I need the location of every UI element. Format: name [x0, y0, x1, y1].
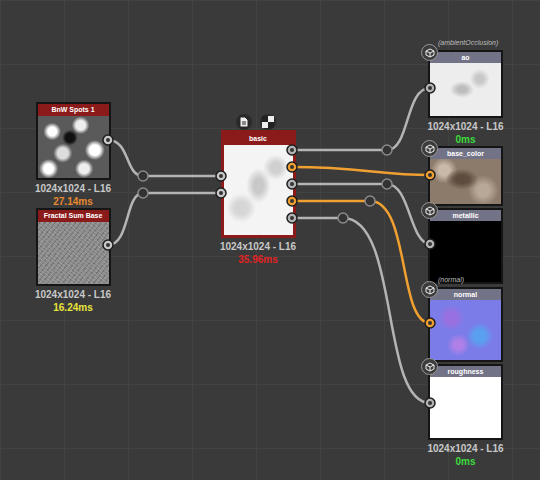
input-pin[interactable]	[216, 188, 226, 198]
reroute-dot[interactable]	[365, 196, 375, 206]
checker-icon[interactable]	[260, 114, 276, 130]
input-pin[interactable]	[216, 171, 226, 181]
node-time: 27.14ms	[53, 196, 92, 207]
node-box[interactable]: metallic	[428, 208, 503, 284]
node-resolution: 1024x1024 - L16	[427, 443, 503, 454]
node-resolution: 1024x1024 - L16	[35, 183, 111, 194]
node-box[interactable]: ao	[428, 50, 503, 118]
output-identifier: (normal)	[438, 276, 464, 283]
wire[interactable]	[292, 167, 430, 175]
output-node[interactable]: (normal)normal	[418, 287, 513, 362]
node-time: 16.24ms	[53, 302, 92, 313]
output-label: normal	[430, 289, 501, 300]
node-box[interactable]: normal	[428, 287, 503, 362]
graph-node[interactable]: Fractal Sum Base 1024x1024 - L16 16.24ms	[18, 208, 128, 313]
node-resolution: 1024x1024 - L16	[427, 121, 503, 132]
output-pin[interactable]	[287, 145, 297, 155]
node-time: 35.96ms	[238, 254, 277, 265]
reroute-dot[interactable]	[138, 171, 148, 181]
input-pin[interactable]	[425, 83, 435, 93]
output-pin[interactable]	[103, 135, 113, 145]
node-resolution: 1024x1024 - L16	[35, 289, 111, 300]
node-box[interactable]: BnW Spots 1	[36, 102, 111, 180]
output-pin[interactable]	[287, 196, 297, 206]
node-time: 0ms	[455, 134, 475, 145]
output-pin[interactable]	[287, 213, 297, 223]
node-title: basic	[224, 133, 293, 145]
cube-icon[interactable]	[421, 281, 438, 298]
node-icons	[236, 114, 276, 130]
input-pin[interactable]	[425, 239, 435, 249]
output-preview	[430, 63, 501, 116]
node-box[interactable]: base_color	[428, 146, 503, 206]
input-pin[interactable]	[425, 318, 435, 328]
wire[interactable]	[108, 193, 221, 245]
output-label: roughness	[430, 366, 501, 377]
node-resolution: 1024x1024 - L16	[220, 241, 296, 252]
node-box[interactable]: Fractal Sum Base	[36, 208, 111, 286]
output-preview	[430, 377, 501, 438]
wire[interactable]	[292, 88, 430, 150]
graph-canvas[interactable]: BnW Spots 11024x1024 - L1627.14msFractal…	[0, 0, 540, 480]
output-preview	[430, 159, 501, 204]
node-title: BnW Spots 1	[38, 104, 109, 116]
node-title: Fractal Sum Base	[38, 210, 109, 222]
output-pin[interactable]	[103, 240, 113, 250]
wire[interactable]	[292, 201, 430, 323]
reroute-dot[interactable]	[138, 188, 148, 198]
output-preview	[430, 300, 501, 360]
wire[interactable]	[292, 218, 430, 403]
output-identifier: (ambientOcclusion)	[438, 39, 498, 46]
wire[interactable]	[108, 140, 221, 176]
output-node[interactable]: (ambientOcclusion)ao1024x1024 - L160ms	[418, 50, 513, 145]
node-box[interactable]: roughness	[428, 364, 503, 440]
node-preview	[38, 116, 109, 178]
output-node[interactable]: metallic	[418, 208, 513, 284]
node-preview	[224, 145, 293, 235]
output-footer: 1024x1024 - L16 0ms	[427, 118, 503, 145]
wire[interactable]	[292, 184, 430, 244]
input-pin[interactable]	[425, 398, 435, 408]
output-label: ao	[430, 52, 501, 63]
output-node[interactable]: roughness 1024x1024 - L16 0ms	[418, 364, 513, 467]
reroute-dot[interactable]	[382, 179, 392, 189]
graph-node[interactable]: BnW Spots 1 1024x1024 - L16 27.14ms	[18, 102, 128, 207]
output-pin[interactable]	[287, 179, 297, 189]
reroute-dot[interactable]	[338, 213, 348, 223]
document-icon[interactable]	[236, 114, 252, 130]
output-pin[interactable]	[287, 162, 297, 172]
input-pin[interactable]	[425, 170, 435, 180]
node-preview	[38, 222, 109, 284]
graph-node[interactable]: basic 1024x1024 - L16 35.96ms	[203, 130, 313, 265]
cube-icon[interactable]	[421, 358, 438, 375]
cube-icon[interactable]	[421, 44, 438, 61]
node-time: 0ms	[455, 456, 475, 467]
output-node[interactable]: base_color	[418, 146, 513, 206]
output-preview	[430, 221, 501, 282]
output-footer: 1024x1024 - L16 0ms	[427, 440, 503, 467]
cube-icon[interactable]	[421, 202, 438, 219]
cube-icon[interactable]	[421, 140, 438, 157]
output-label: metallic	[430, 210, 501, 221]
output-label: base_color	[430, 148, 501, 159]
reroute-dot[interactable]	[382, 145, 392, 155]
node-box[interactable]: basic	[221, 130, 296, 238]
